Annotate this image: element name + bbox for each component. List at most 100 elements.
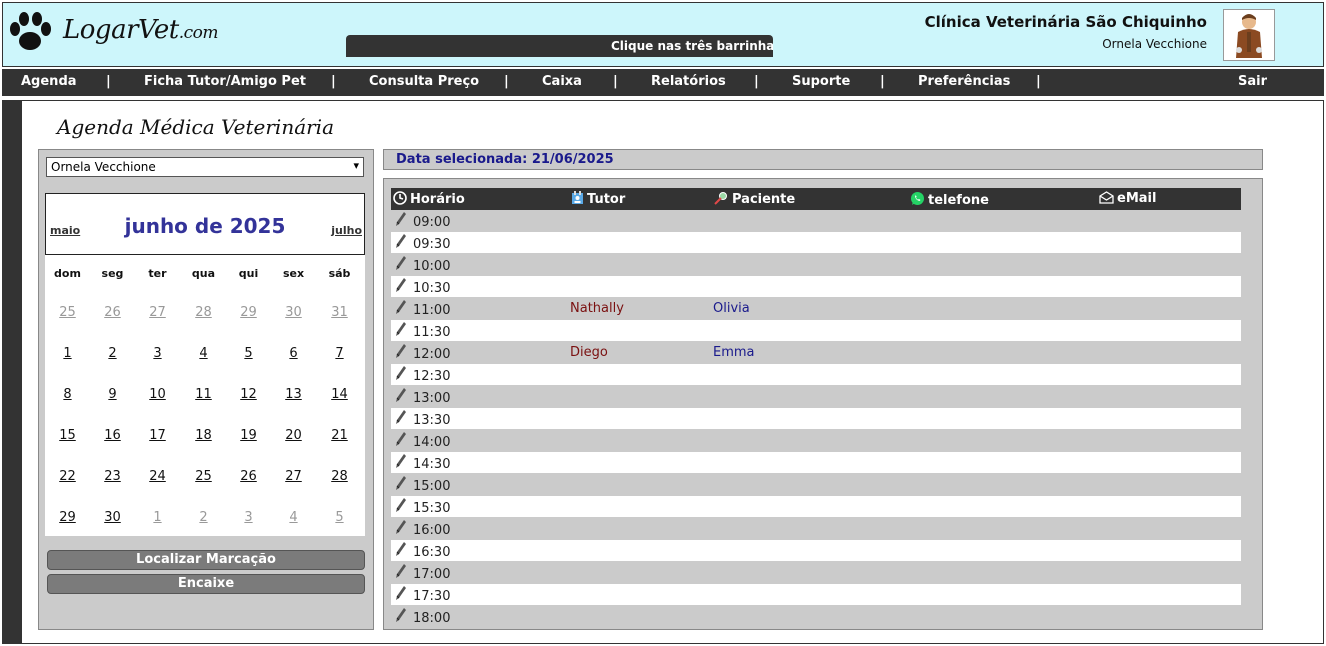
pencil-edit-icon[interactable] [395,453,407,469]
table-row: 12:00 Diego Emma [391,342,1241,364]
pencil-edit-icon[interactable] [395,431,407,447]
calendar-day[interactable]: 5 [317,510,362,525]
calendar-day[interactable]: 2 [90,346,135,361]
pencil-edit-icon[interactable] [395,233,407,249]
calendar-title: junho de 2025 [124,214,286,238]
pencil-edit-icon[interactable] [395,519,407,535]
calendar-day[interactable]: 22 [45,469,90,484]
paw-icon [10,12,51,50]
calendar-day[interactable]: 14 [317,387,362,402]
vet-select[interactable]: Ornela Vecchione ▾ [46,157,364,177]
pencil-edit-icon[interactable] [395,321,407,337]
pencil-edit-icon[interactable] [395,387,407,403]
calendar-day[interactable]: 2 [181,510,226,525]
calendar-day[interactable]: 13 [271,387,316,402]
calendar-day[interactable]: 20 [271,428,316,443]
clinic-name: Clínica Veterinária São Chiquinho [924,13,1207,31]
calendar-day[interactable]: 18 [181,428,226,443]
calendar-day[interactable]: 29 [226,305,271,320]
calendar-day[interactable]: 28 [317,469,362,484]
calendar-day[interactable]: 4 [181,346,226,361]
pencil-edit-icon[interactable] [395,475,407,491]
calendar-day[interactable]: 11 [181,387,226,402]
pencil-edit-icon[interactable] [395,211,407,227]
calendar-day[interactable]: 4 [271,510,316,525]
calendar-day[interactable]: 23 [90,469,135,484]
row-tutor[interactable]: Nathally [570,301,624,316]
nav-ficha-tutor[interactable]: Ficha Tutor/Amigo Pet [144,74,306,89]
calendar-day[interactable]: 29 [45,510,90,525]
nav-agenda[interactable]: Agenda [21,74,77,89]
calendar-day[interactable]: 17 [135,428,180,443]
calendar-day[interactable]: 5 [226,346,271,361]
calendar-day[interactable]: 25 [45,305,90,320]
col-time[interactable]: Horário [393,191,465,207]
calendar-day[interactable]: 15 [45,428,90,443]
row-time: 17:00 [413,567,451,582]
calendar-day[interactable]: 24 [135,469,180,484]
locate-appointment-button[interactable]: Localizar Marcação [47,550,365,570]
calendar-day[interactable]: 6 [271,346,316,361]
nav-sair[interactable]: Sair [1238,74,1267,89]
calendar-day[interactable]: 12 [226,387,271,402]
table-row: 14:00 [391,430,1241,452]
pencil-edit-icon[interactable] [395,409,407,425]
nav-consulta-preco[interactable]: Consulta Preço [369,74,479,89]
calendar-day[interactable]: 26 [226,469,271,484]
calendar-day[interactable]: 19 [226,428,271,443]
calendar-day[interactable]: 1 [135,510,180,525]
calendar-day[interactable]: 21 [317,428,362,443]
col-phone[interactable]: telefone [910,191,989,208]
logo[interactable]: LogarVet.com [7,7,219,57]
avatar[interactable] [1223,9,1275,61]
nav-separator: | [331,74,336,89]
fit-in-button[interactable]: Encaixe [47,574,365,594]
calendar-day[interactable]: 3 [135,346,180,361]
pencil-edit-icon[interactable] [395,277,407,293]
nav-preferencias[interactable]: Preferências [918,74,1010,89]
schedule-panel: Horário Tutor Paciente telefone eMail 09… [383,178,1263,630]
row-time: 14:30 [413,457,451,472]
calendar-weekday: seg [101,267,124,280]
calendar-day[interactable]: 26 [90,305,135,320]
calendar-day[interactable]: 28 [181,305,226,320]
nav-suporte[interactable]: Suporte [792,74,850,89]
pencil-edit-icon[interactable] [395,585,407,601]
calendar-day[interactable]: 8 [45,387,90,402]
col-email[interactable]: eMail [1099,191,1156,206]
nav-relatorios[interactable]: Relatórios [651,74,726,89]
calendar-day[interactable]: 9 [90,387,135,402]
pencil-edit-icon[interactable] [395,563,407,579]
calendar-day[interactable]: 31 [317,305,362,320]
row-time: 17:30 [413,589,451,604]
col-tutor[interactable]: Tutor [571,191,625,207]
calendar-day[interactable]: 16 [90,428,135,443]
calendar-day[interactable]: 3 [226,510,271,525]
user-name: Ornela Vecchione [1102,37,1207,51]
row-time: 13:00 [413,391,451,406]
calendar-day[interactable]: 30 [271,305,316,320]
pencil-edit-icon[interactable] [395,541,407,557]
row-tutor[interactable]: Diego [570,345,608,360]
calendar-day[interactable]: 7 [317,346,362,361]
calendar-day[interactable]: 27 [135,305,180,320]
calendar-next-month[interactable]: julho [331,224,362,237]
row-patient[interactable]: Olivia [713,301,750,316]
col-patient[interactable]: Paciente [713,191,795,207]
calendar-day[interactable]: 30 [90,510,135,525]
nav-caixa[interactable]: Caixa [542,74,582,89]
table-row: 11:30 [391,320,1241,342]
calendar-day[interactable]: 10 [135,387,180,402]
pencil-edit-icon[interactable] [395,497,407,513]
pencil-edit-icon[interactable] [395,299,407,315]
row-patient[interactable]: Emma [713,345,755,360]
pencil-edit-icon[interactable] [395,365,407,381]
calendar-day[interactable]: 27 [271,469,316,484]
row-time: 09:30 [413,237,451,252]
calendar-day[interactable]: 25 [181,469,226,484]
pencil-edit-icon[interactable] [395,607,407,623]
pencil-edit-icon[interactable] [395,343,407,359]
pencil-edit-icon[interactable] [395,255,407,271]
calendar-day[interactable]: 1 [45,346,90,361]
table-row: 13:00 [391,386,1241,408]
